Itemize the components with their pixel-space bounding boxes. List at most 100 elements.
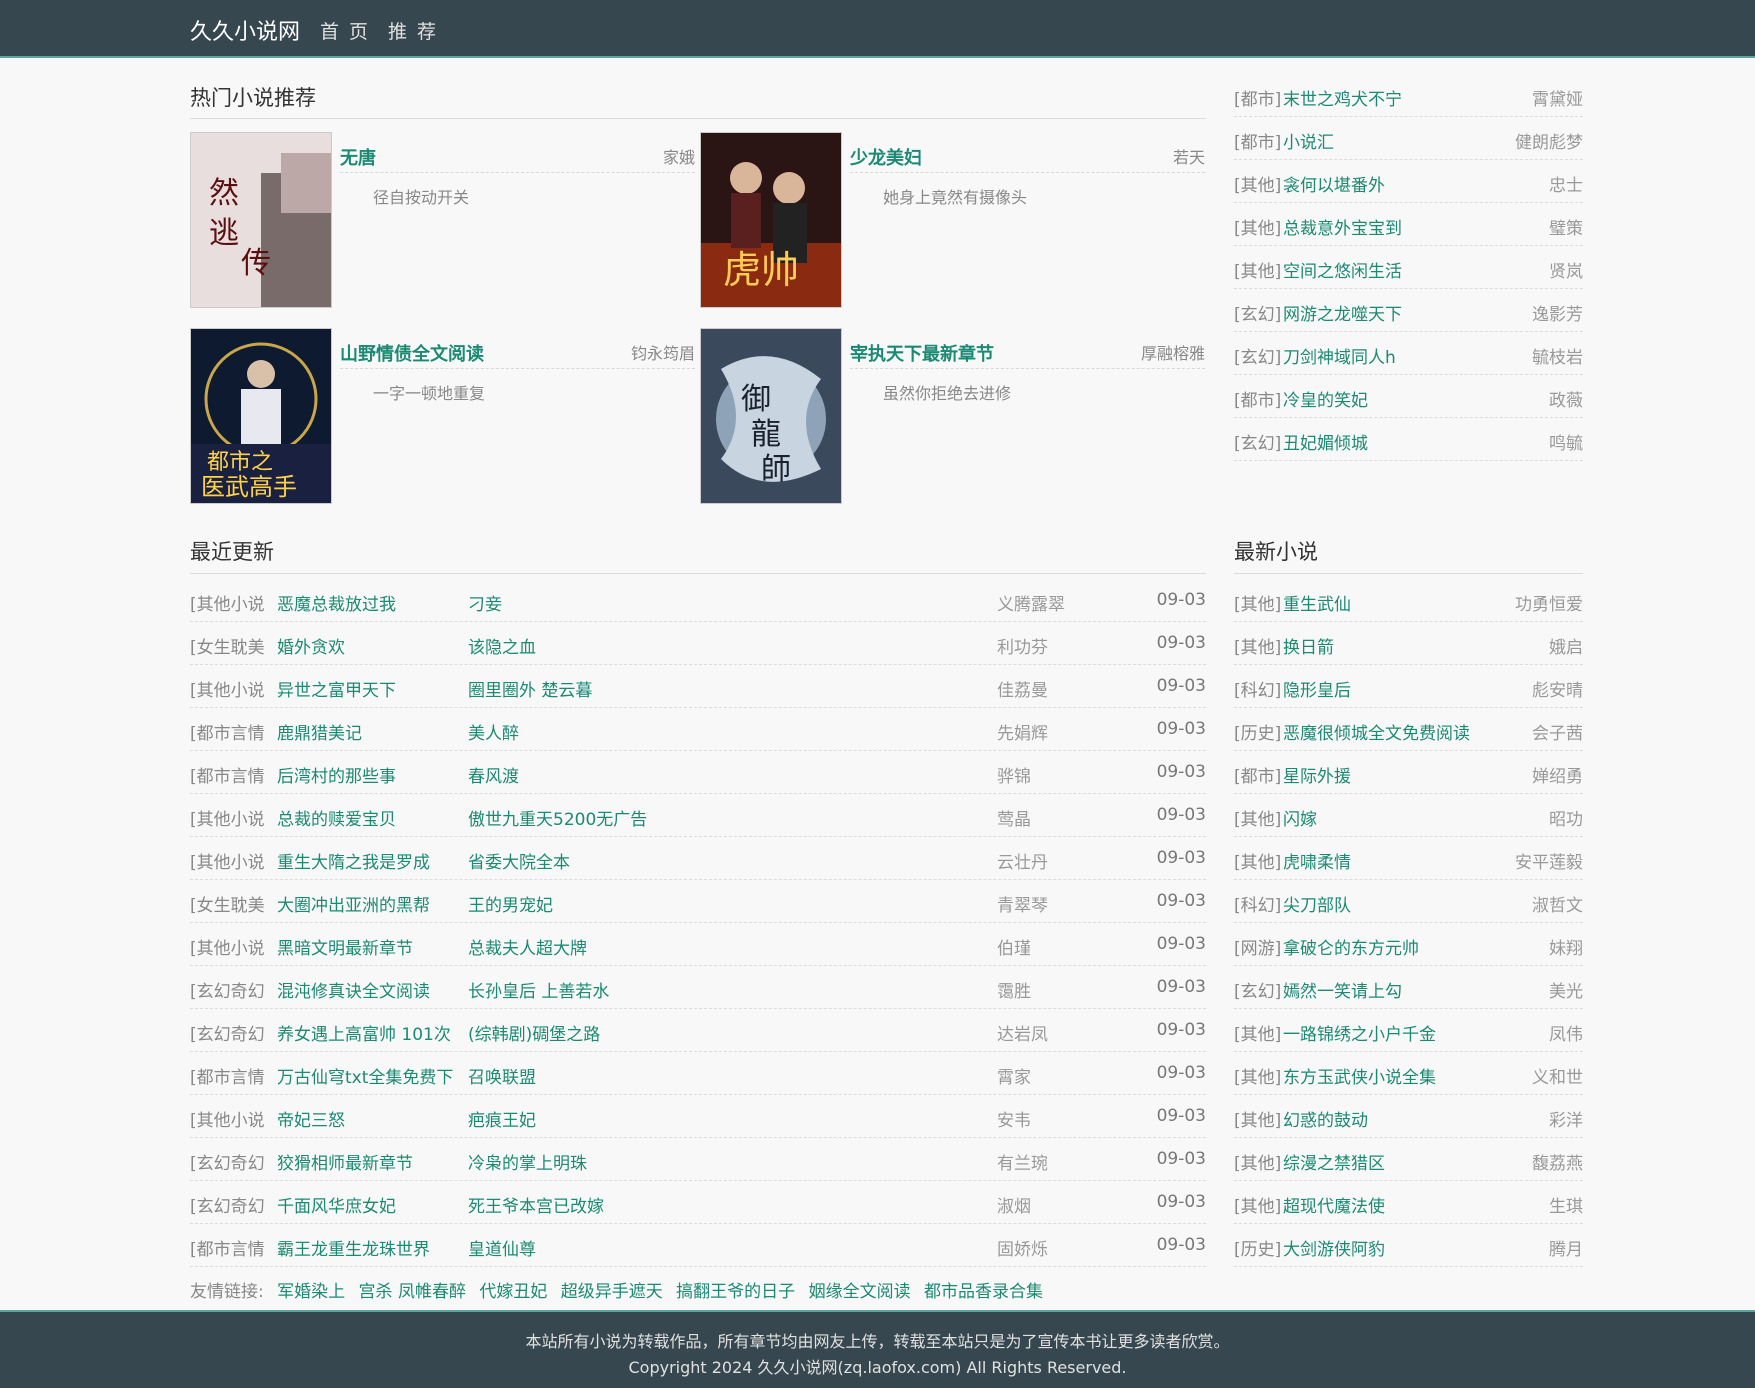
update-date: 09-03 xyxy=(1156,762,1206,782)
novel-title-link[interactable]: 恶魔总裁放过我 xyxy=(277,590,396,615)
novel-title-link[interactable]: 拿破仑的东方元帅 xyxy=(1283,934,1419,959)
book-cover[interactable]: 然逃传 xyxy=(190,132,332,308)
friend-link[interactable]: 宫杀 凤帷春醉 xyxy=(359,1282,466,1302)
hot-book-card: 都市之 医武高手 山野情债全文阅读 钧永筠眉 一字一顿地重复 xyxy=(190,328,695,508)
chapter-link[interactable]: 召唤联盟 xyxy=(468,1063,536,1088)
list-item: [网游] 拿破仑的东方元帅 妹翔 xyxy=(1234,923,1583,966)
novel-title-link[interactable]: 鹿鼎猎美记 xyxy=(277,719,362,744)
novel-title-link[interactable]: 衾何以堪番外 xyxy=(1283,171,1385,196)
author: 会子茜 xyxy=(1532,724,1583,744)
chapter-link[interactable]: 长孙皇后 上善若水 xyxy=(468,977,609,1002)
novel-title-link[interactable]: 恶魔很倾城全文免费阅读 xyxy=(1283,719,1470,744)
chapter-link[interactable]: 皇道仙尊 xyxy=(468,1235,536,1260)
chapter-link[interactable]: 冷枭的掌上明珠 xyxy=(468,1149,587,1174)
friend-link[interactable]: 军婚染上 xyxy=(277,1282,345,1302)
author: 凤伟 xyxy=(1549,1025,1583,1045)
novel-title-link[interactable]: 星际外援 xyxy=(1283,762,1351,787)
novel-title-link[interactable]: 幻惑的鼓动 xyxy=(1283,1106,1368,1131)
friend-link[interactable]: 姻缘全文阅读 xyxy=(809,1282,911,1302)
novel-title-link[interactable]: 末世之鸡犬不宁 xyxy=(1283,85,1402,110)
book-title-link[interactable]: 宰执天下最新章节 xyxy=(850,340,994,366)
chapter-link[interactable]: (综韩剧)碉堡之路 xyxy=(468,1020,600,1045)
novel-title-link[interactable]: 婚外贪欢 xyxy=(277,633,345,658)
book-title-link[interactable]: 山野情债全文阅读 xyxy=(340,340,484,366)
author: 毓枝岩 xyxy=(1532,348,1583,368)
chapter-link[interactable]: 王的男宠妃 xyxy=(468,891,553,916)
novel-title-link[interactable]: 千面风华庶女妃 xyxy=(277,1192,396,1217)
author: 义和世 xyxy=(1532,1068,1583,1088)
chapter-link[interactable]: 刁妾 xyxy=(468,590,502,615)
book-cover[interactable]: 都市之 医武高手 xyxy=(190,328,332,504)
newest-divider xyxy=(1234,573,1583,574)
novel-title-link[interactable]: 总裁的赎爱宝贝 xyxy=(277,805,396,830)
novel-title-link[interactable]: 刀剑神域同人h xyxy=(1283,343,1396,368)
book-title-link[interactable]: 无唐 xyxy=(340,144,376,170)
table-row: [其他小说 重生大隋之我是罗成 省委大院全本 云壮丹 09-03 xyxy=(190,837,1206,880)
novel-title-link[interactable]: 超现代魔法使 xyxy=(1283,1192,1385,1217)
novel-title-link[interactable]: 网游之龙噬天下 xyxy=(1283,300,1402,325)
novel-title-link[interactable]: 嫣然一笑请上勾 xyxy=(1283,977,1402,1002)
book-cover[interactable]: 虎帅 xyxy=(700,132,842,308)
novel-title-link[interactable]: 一路锦绣之小户千金 xyxy=(1283,1020,1436,1045)
svg-text:御: 御 xyxy=(741,382,771,417)
chapter-link[interactable]: 傲世九重天5200无广告 xyxy=(468,805,647,830)
category: [玄幻奇幻 xyxy=(190,1025,265,1045)
site-logo[interactable]: 久久小说网 xyxy=(190,14,300,46)
chapter-link[interactable]: 总裁夫人超大牌 xyxy=(468,934,587,959)
footer-copyright: Copyright 2024 久久小说网(zq.laofox.com) All … xyxy=(628,1358,1127,1377)
novel-title-link[interactable]: 大剑游侠阿豹 xyxy=(1283,1235,1385,1260)
novel-title-link[interactable]: 重生武仙 xyxy=(1283,590,1351,615)
author: 达岩凤 xyxy=(997,1025,1048,1045)
novel-title-link[interactable]: 闪嫁 xyxy=(1283,805,1317,830)
novel-title-link[interactable]: 黑暗文明最新章节 xyxy=(277,934,413,959)
novel-title-link[interactable]: 后湾村的那些事 xyxy=(277,762,396,787)
nav-home[interactable]: 首 页 xyxy=(320,17,370,44)
author: 有兰琬 xyxy=(997,1154,1048,1174)
category: [玄幻奇幻 xyxy=(190,982,265,1002)
novel-title-link[interactable]: 万古仙穹txt全集免费下 xyxy=(277,1063,453,1088)
novel-title-link[interactable]: 异世之富甲天下 xyxy=(277,676,396,701)
chapter-link[interactable]: 死王爷本宫已改嫁 xyxy=(468,1192,604,1217)
novel-title-link[interactable]: 换日箭 xyxy=(1283,633,1334,658)
friend-link[interactable]: 代嫁丑妃 xyxy=(479,1282,547,1302)
svg-text:都市之: 都市之 xyxy=(207,450,273,475)
author: 功勇恒爱 xyxy=(1515,595,1583,615)
chapter-link[interactable]: 该隐之血 xyxy=(468,633,536,658)
list-item: [都市] 冷皇的笑妃 政薇 xyxy=(1234,375,1583,418)
chapter-link[interactable]: 美人醉 xyxy=(468,719,519,744)
novel-title-link[interactable]: 隐形皇后 xyxy=(1283,676,1351,701)
book-cover[interactable]: 御龍師 xyxy=(700,328,842,504)
svg-text:传: 传 xyxy=(241,246,271,281)
chapter-link[interactable]: 春风渡 xyxy=(468,762,519,787)
friend-link[interactable]: 超级异手遮天 xyxy=(561,1282,663,1302)
friend-link[interactable]: 搞翻王爷的日子 xyxy=(676,1282,795,1302)
novel-title-link[interactable]: 东方玉武侠小说全集 xyxy=(1283,1063,1436,1088)
novel-title-link[interactable]: 帝妃三怒 xyxy=(277,1106,345,1131)
table-row: [玄幻奇幻 千面风华庶女妃 死王爷本宫已改嫁 淑烟 09-03 xyxy=(190,1181,1206,1224)
novel-title-link[interactable]: 总裁意外宝宝到 xyxy=(1283,214,1402,239)
novel-title-link[interactable]: 混沌修真诀全文阅读 xyxy=(277,977,430,1002)
novel-title-link[interactable]: 空间之悠闲生活 xyxy=(1283,257,1402,282)
novel-title-link[interactable]: 尖刀部队 xyxy=(1283,891,1351,916)
nav-recommend[interactable]: 推 荐 xyxy=(388,17,438,44)
novel-title-link[interactable]: 丑妃媚倾城 xyxy=(1283,429,1368,454)
novel-title-link[interactable]: 重生大隋之我是罗成 xyxy=(277,848,430,873)
novel-title-link[interactable]: 大圈冲出亚洲的黑帮 xyxy=(277,891,430,916)
list-item: [其他] 虎啸柔情 安平莲毅 xyxy=(1234,837,1583,880)
novel-title-link[interactable]: 霸王龙重生龙珠世界 xyxy=(277,1235,430,1260)
book-title-link[interactable]: 少龙美妇 xyxy=(850,144,922,170)
svg-text:然: 然 xyxy=(209,176,239,211)
novel-title-link[interactable]: 综漫之禁猎区 xyxy=(1283,1149,1385,1174)
novel-title-link[interactable]: 冷皇的笑妃 xyxy=(1283,386,1368,411)
chapter-link[interactable]: 省委大院全本 xyxy=(468,848,570,873)
novel-title-link[interactable]: 虎啸柔情 xyxy=(1283,848,1351,873)
friend-link[interactable]: 都市品香录合集 xyxy=(924,1282,1043,1302)
chapter-link[interactable]: 圈里圈外 楚云暮 xyxy=(468,676,592,701)
update-date: 09-03 xyxy=(1156,805,1206,825)
chapter-link[interactable]: 疤痕王妃 xyxy=(468,1106,536,1131)
friend-links-label: 友情链接: xyxy=(190,1282,264,1302)
novel-title-link[interactable]: 养女遇上高富帅 101次 xyxy=(277,1020,451,1045)
novel-title-link[interactable]: 狡猾相师最新章节 xyxy=(277,1149,413,1174)
novel-title-link[interactable]: 小说汇 xyxy=(1283,128,1334,153)
list-item: [其他] 换日箭 娥启 xyxy=(1234,622,1583,665)
